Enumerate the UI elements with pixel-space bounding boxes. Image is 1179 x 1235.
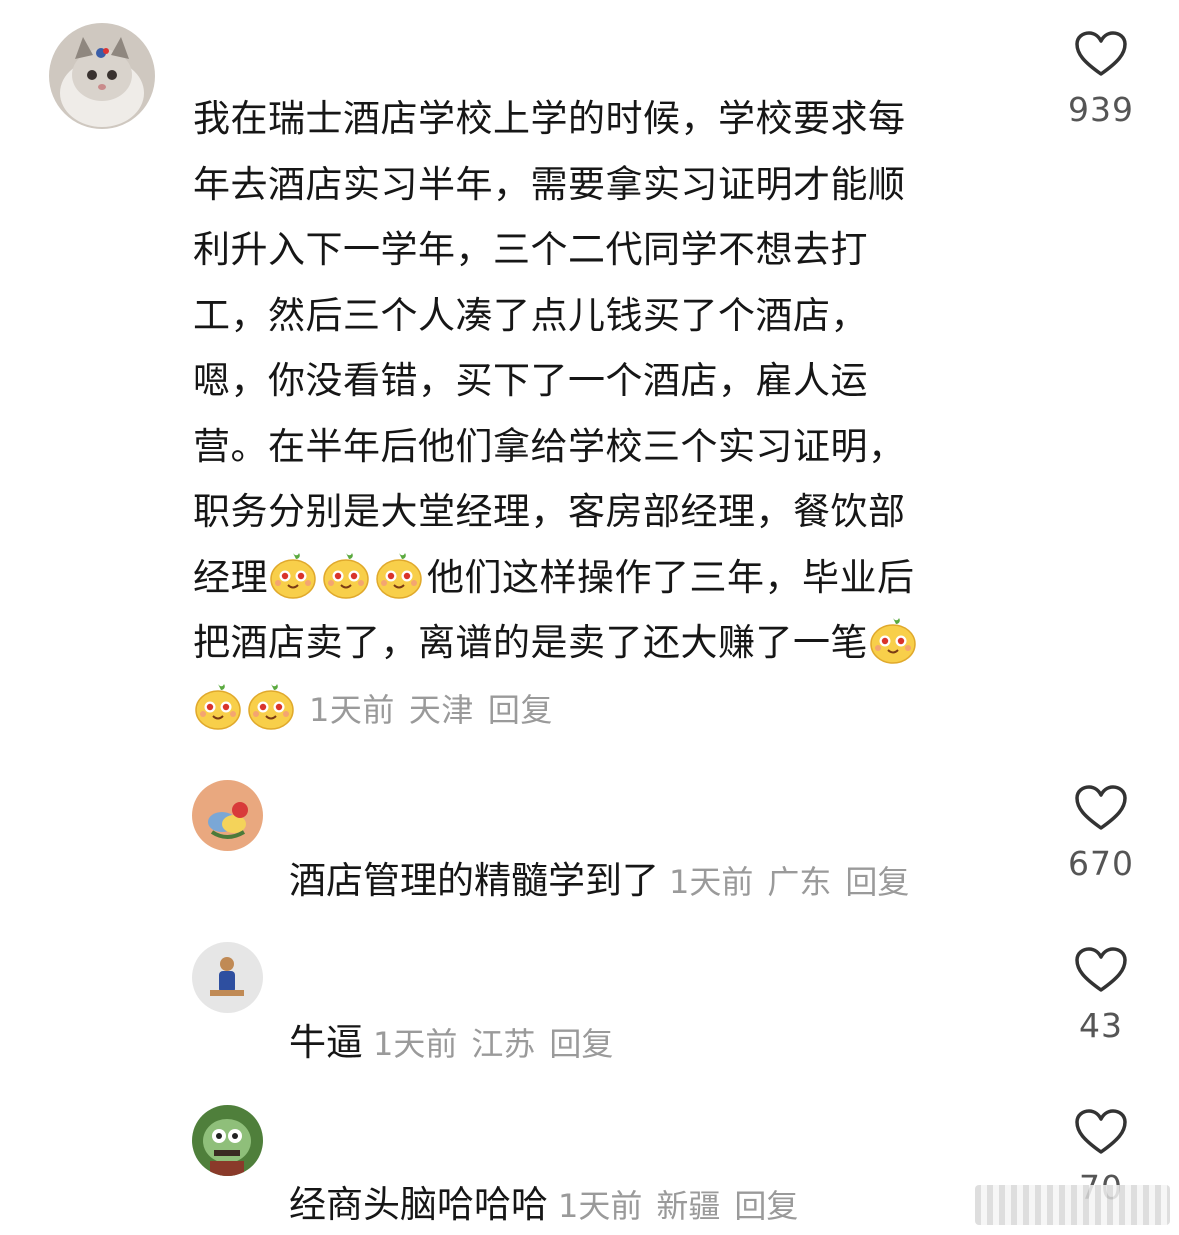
happy-face-emoji — [268, 550, 318, 600]
like-button[interactable]: 670 — [1041, 784, 1161, 883]
happy-face-emoji — [868, 615, 918, 665]
reply-avatar[interactable] — [192, 780, 263, 851]
comment-text-segment: 经理 — [193, 555, 268, 599]
reply-meta: 1天前 新疆 回复 — [558, 1187, 798, 1225]
heart-outline-icon[interactable] — [1074, 1108, 1128, 1156]
comment-text-segment: 把酒店卖了，离谱的是卖了还大赚了一笔 — [193, 621, 868, 664]
reply-button[interactable]: 回复 — [488, 691, 553, 729]
reply-avatar[interactable] — [192, 942, 263, 1013]
watermark — [975, 1185, 1170, 1225]
reply-meta: 1天前 广东 回复 — [669, 863, 909, 901]
comment-line: 把酒店卖了，离谱的是卖了还大赚了一笔 — [193, 610, 993, 676]
reply-button[interactable]: 回复 — [734, 1187, 798, 1225]
comment-line: 职务分别是大堂经理，客房部经理，餐饮部 — [193, 490, 906, 533]
comment-text-segment: 他们这样操作了三年，毕业后 — [427, 555, 915, 599]
reply-text: 经商头脑哈哈哈 — [289, 1183, 548, 1226]
main-comment-text: 我在瑞士酒店学校上学的时候，学校要求每 年去酒店实习半年，需要拿实习证明才能顺 … — [193, 86, 993, 741]
comment-meta: 1天前 天津 回复 — [309, 691, 553, 729]
like-button[interactable]: 43 — [1041, 946, 1161, 1045]
like-count: 939 — [1068, 90, 1134, 129]
commenter-avatar[interactable] — [49, 23, 155, 129]
reply-button[interactable]: 回复 — [845, 863, 909, 901]
comment-line: 利升入下一学年，三个二代同学不想去打 — [193, 228, 868, 271]
comment-line: 嗯，你没看错，买下了一个酒店，雇人运 — [193, 359, 868, 402]
heart-outline-icon[interactable] — [1074, 946, 1128, 994]
like-count: 43 — [1079, 1006, 1123, 1045]
comment-location: 天津 — [408, 690, 474, 729]
happy-face-emoji — [321, 550, 371, 600]
comment-line: 工，然后三个人凑了点儿钱买了个酒店， — [193, 293, 868, 337]
reply-time: 1天前 — [373, 1025, 458, 1063]
reply-avatar[interactable] — [192, 1105, 263, 1176]
happy-face-emoji — [374, 550, 424, 600]
comment-line: 我在瑞士酒店学校上学的时候，学校要求每 — [193, 97, 906, 140]
heart-outline-icon[interactable] — [1074, 784, 1128, 832]
reply-text: 酒店管理的精髓学到了 — [289, 859, 659, 902]
reply-time: 1天前 — [558, 1187, 643, 1225]
reply-location: 广东 — [767, 863, 832, 901]
comment-line: 营。在半年后他们拿给学校三个实习证明， — [193, 424, 906, 468]
reply-row: 牛逼 1天前 江苏 回复 — [289, 1012, 613, 1066]
like-button[interactable]: 939 — [1041, 30, 1161, 129]
happy-face-emoji — [246, 681, 296, 731]
reply-row: 经商头脑哈哈哈 1天前 新疆 回复 — [289, 1174, 798, 1228]
comment-line: 经理 他们这样操作了三年，毕业后 — [193, 545, 993, 611]
like-count: 670 — [1068, 844, 1134, 883]
reply-row: 酒店管理的精髓学到了 1天前 广东 回复 — [289, 850, 909, 904]
comment-meta-line: 1天前 天津 回复 — [193, 676, 993, 742]
reply-location: 江苏 — [471, 1025, 536, 1063]
comment-time: 1天前 — [309, 690, 395, 729]
reply-location: 新疆 — [656, 1187, 721, 1225]
reply-text: 牛逼 — [289, 1021, 363, 1064]
reply-button[interactable]: 回复 — [549, 1025, 613, 1063]
reply-meta: 1天前 江苏 回复 — [373, 1025, 613, 1063]
happy-face-emoji — [193, 681, 243, 731]
reply-time: 1天前 — [669, 863, 754, 901]
comment-line: 年去酒店实习半年，需要拿实习证明才能顺 — [193, 162, 906, 206]
heart-outline-icon[interactable] — [1074, 30, 1128, 78]
